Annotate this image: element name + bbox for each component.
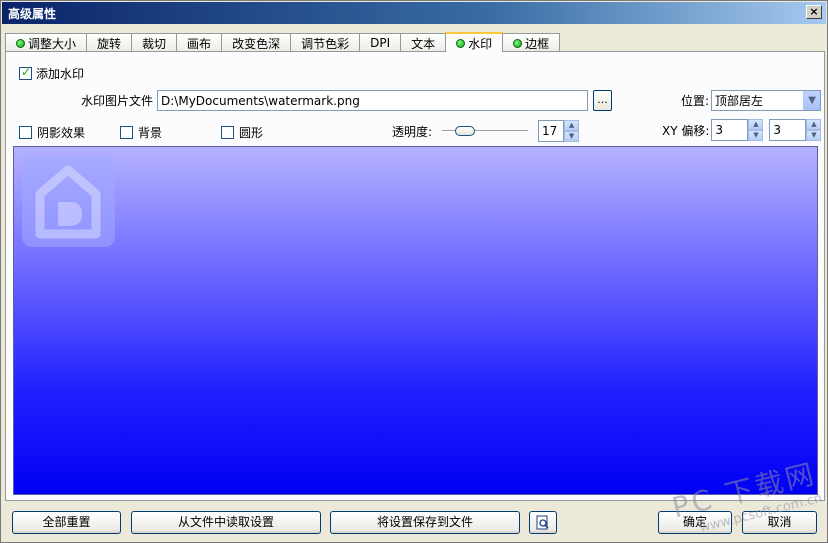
background-label: 背景 — [138, 126, 163, 140]
position-row: 位置: 顶部居左 ▼ — [681, 90, 822, 111]
tab-label: 调节色彩 — [301, 36, 350, 51]
spin-down-icon[interactable]: ▼ — [806, 130, 822, 141]
offset-y-buttons[interactable]: ▲ ▼ — [806, 119, 822, 141]
status-dot-icon — [16, 38, 25, 48]
tab-0[interactable]: 调整大小 — [5, 33, 88, 52]
tab-label: 调整大小 — [28, 36, 77, 51]
background-checkbox[interactable] — [120, 126, 133, 139]
add-watermark-checkbox[interactable] — [19, 65, 32, 80]
watermark-file-row: 水印图片文件 D:\MyDocuments\watermark.png ... — [81, 90, 613, 111]
offset-label: XY 偏移: — [662, 123, 710, 138]
shadow-checkbox[interactable] — [19, 126, 32, 139]
opacity-spinner-value[interactable]: 17 — [538, 120, 565, 142]
house-d-icon — [35, 165, 101, 239]
opacity-row: 透明度: 17 ▲ ▼ — [392, 120, 580, 142]
tab-3[interactable]: 画布 — [176, 33, 223, 52]
shadow-row[interactable]: 阴影效果 — [19, 124, 85, 141]
tab-8[interactable]: 水印 — [445, 32, 504, 52]
add-watermark-label: 添加水印 — [36, 67, 85, 81]
tab-label: DPI — [370, 36, 391, 50]
opacity-slider[interactable] — [442, 123, 529, 139]
offset-x-spinner[interactable]: 3 ▲ ▼ — [711, 119, 764, 141]
tab-6[interactable]: DPI — [359, 33, 402, 52]
save-settings-button[interactable]: 将设置保存到文件 — [330, 511, 520, 534]
round-row[interactable]: 圆形 — [221, 124, 263, 141]
reset-all-button[interactable]: 全部重置 — [12, 511, 121, 534]
position-select-value: 顶部居左 — [715, 94, 764, 108]
tab-label: 画布 — [187, 36, 212, 51]
tab-1[interactable]: 旋转 — [86, 33, 133, 52]
offset-y-spinner[interactable]: 3 ▲ ▼ — [769, 119, 822, 141]
spin-down-icon[interactable]: ▼ — [748, 130, 764, 141]
watermark-preview — [13, 146, 818, 495]
window-title: 高级属性 — [8, 7, 57, 21]
tab-label: 旋转 — [97, 36, 122, 51]
tab-7[interactable]: 文本 — [400, 33, 447, 52]
cancel-button[interactable]: 取消 — [742, 511, 817, 534]
spin-up-icon[interactable]: ▲ — [564, 120, 580, 131]
position-label: 位置: — [681, 94, 710, 108]
ok-button[interactable]: 确定 — [658, 511, 732, 534]
advanced-properties-dialog: 高级属性 × 调整大小旋转裁切画布改变色深调节色彩DPI文本水印边框 添加水印 … — [0, 0, 828, 543]
status-dot-icon — [456, 38, 466, 48]
add-watermark-row[interactable]: 添加水印 — [19, 65, 84, 82]
offset-x-value[interactable]: 3 — [711, 119, 749, 141]
browse-button[interactable]: ... — [593, 90, 613, 111]
tab-label: 改变色深 — [232, 36, 281, 51]
offset-row: XY 偏移: 3 ▲ ▼ 3 ▲ ▼ — [662, 119, 822, 141]
status-dot-icon — [513, 38, 523, 48]
offset-x-buttons[interactable]: ▲ ▼ — [748, 119, 764, 141]
tab-2[interactable]: 裁切 — [131, 33, 178, 52]
load-settings-button[interactable]: 从文件中读取设置 — [131, 511, 321, 534]
watermark-logo-image — [22, 154, 115, 247]
spin-up-icon[interactable]: ▲ — [748, 119, 764, 130]
tab-label: 文本 — [411, 36, 436, 51]
background-row[interactable]: 背景 — [120, 124, 162, 141]
opacity-slider-thumb[interactable] — [455, 126, 476, 136]
round-label: 圆形 — [239, 126, 264, 140]
tab-label: 裁切 — [142, 36, 167, 51]
opacity-spinner-buttons[interactable]: ▲ ▼ — [564, 120, 580, 142]
magnifier-page-icon — [536, 515, 549, 530]
watermark-file-input[interactable]: D:\MyDocuments\watermark.png — [157, 90, 589, 111]
tab-label: 水印 — [468, 36, 493, 51]
tab-strip: 调整大小 旋转 裁切 画布 改变色深 调节色彩 DPI 文本 水印 边框 — [5, 32, 561, 52]
opacity-label: 透明度: — [392, 124, 433, 139]
spin-up-icon[interactable]: ▲ — [806, 119, 822, 130]
offset-y-value[interactable]: 3 — [769, 119, 807, 141]
position-select[interactable]: 顶部居左 ▼ — [711, 90, 822, 111]
tab-9[interactable]: 边框 — [502, 33, 561, 52]
tab-label: 边框 — [525, 36, 550, 51]
watermark-file-label: 水印图片文件 — [81, 94, 154, 108]
tab-4[interactable]: 改变色深 — [221, 33, 292, 52]
close-button[interactable]: × — [806, 5, 822, 19]
round-checkbox[interactable] — [221, 126, 234, 139]
opacity-spinner[interactable]: 17 ▲ ▼ — [538, 120, 580, 142]
title-bar: 高级属性 × — [2, 2, 826, 24]
spin-down-icon[interactable]: ▼ — [564, 131, 580, 142]
chevron-down-icon[interactable]: ▼ — [803, 91, 821, 110]
tab-5[interactable]: 调节色彩 — [290, 33, 361, 52]
shadow-label: 阴影效果 — [37, 126, 86, 140]
preview-button[interactable] — [529, 511, 557, 534]
